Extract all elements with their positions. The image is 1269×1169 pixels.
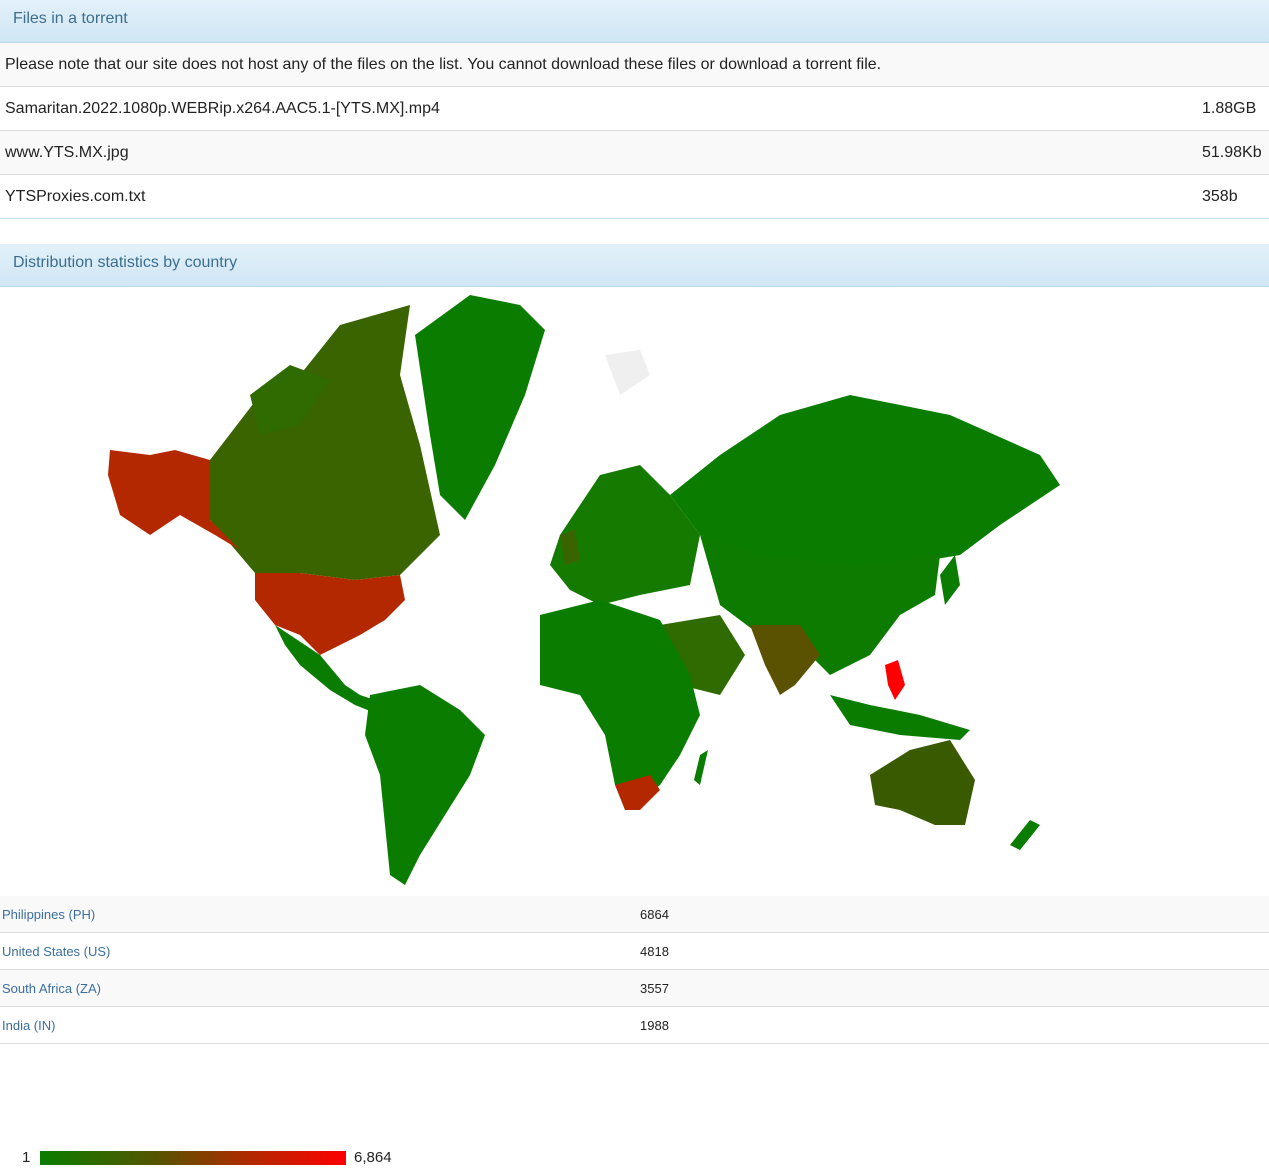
files-panel-title: Files in a torrent — [0, 0, 1269, 43]
file-name: Samaritan.2022.1080p.WEBRip.x264.AAC5.1-… — [5, 100, 440, 117]
world-map-svg — [108, 295, 1060, 885]
country-link[interactable]: Philippines (PH) — [2, 907, 95, 922]
country-value: 1988 — [640, 1018, 669, 1033]
map-region-madagascar — [694, 750, 708, 785]
country-link[interactable]: United States (US) — [2, 944, 110, 959]
map-region-australia — [870, 740, 975, 825]
files-panel: Files in a torrent Please note that our … — [0, 0, 1269, 219]
map-legend: 1 6,864 — [0, 1147, 420, 1169]
table-row: Philippines (PH) 6864 — [0, 896, 1269, 933]
legend-min-label: 1 — [22, 1149, 31, 1166]
country-link[interactable]: South Africa (ZA) — [2, 981, 101, 996]
file-name: YTSProxies.com.txt — [5, 188, 146, 205]
file-name: www.YTS.MX.jpg — [5, 144, 129, 161]
table-row: India (IN) 1988 — [0, 1007, 1269, 1044]
file-row: Samaritan.2022.1080p.WEBRip.x264.AAC5.1-… — [0, 87, 1269, 131]
legend-max-label: 6,864 — [354, 1149, 392, 1166]
map-region-indonesia — [830, 695, 970, 740]
map-region-south-america — [365, 685, 485, 885]
disclaimer-note: Please note that our site does not host … — [0, 43, 1269, 87]
file-size: 51.98Kb — [1202, 144, 1262, 161]
file-size: 358b — [1202, 188, 1238, 205]
country-stats-table: Philippines (PH) 6864 United States (US)… — [0, 896, 1269, 1044]
file-size: 1.88GB — [1202, 100, 1257, 117]
country-link[interactable]: India (IN) — [2, 1018, 55, 1033]
country-value: 3557 — [640, 981, 669, 996]
file-row: www.YTS.MX.jpg 51.98Kb — [0, 131, 1269, 175]
distribution-panel-title: Distribution statistics by country — [0, 244, 1269, 287]
table-row: South Africa (ZA) 3557 — [0, 970, 1269, 1007]
map-region-philippines — [885, 660, 905, 700]
file-row: YTSProxies.com.txt 358b — [0, 175, 1269, 219]
legend-gradient-bar — [40, 1151, 346, 1165]
world-map: 1 6,864 — [0, 287, 1269, 1166]
map-region-greenland — [415, 295, 545, 520]
map-region-japan — [940, 555, 960, 605]
country-value: 4818 — [640, 944, 669, 959]
map-region-canada — [210, 305, 440, 580]
map-region-svalbard — [605, 350, 650, 395]
map-region-usa — [255, 573, 405, 655]
table-row: United States (US) 4818 — [0, 933, 1269, 970]
map-region-russia — [670, 395, 1060, 565]
country-value: 6864 — [640, 907, 669, 922]
map-region-new-zealand — [1010, 820, 1040, 850]
